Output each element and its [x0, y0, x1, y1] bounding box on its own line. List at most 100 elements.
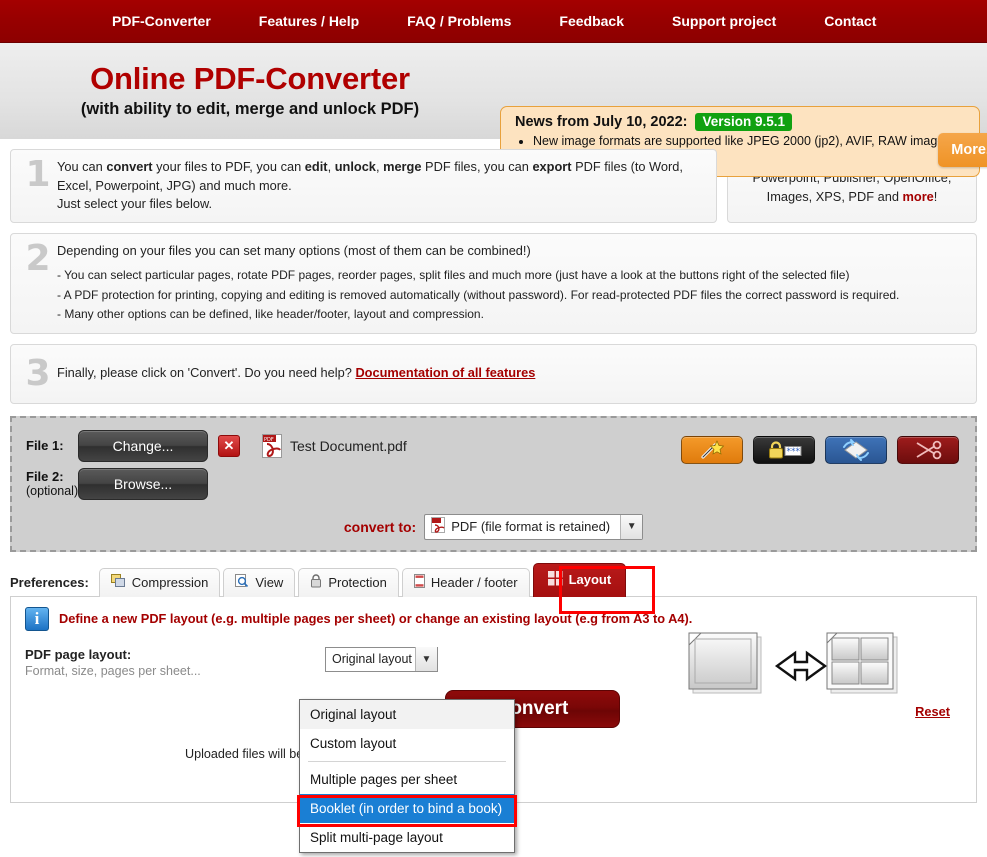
- tab-protection-label: Protection: [328, 574, 387, 590]
- step1-text-a: You can: [57, 159, 107, 174]
- layout-info-text: Define a new PDF layout (e.g. multiple p…: [59, 610, 693, 626]
- tab-protection[interactable]: Protection: [298, 567, 399, 597]
- step1-bold-export: export: [532, 159, 572, 174]
- page-icon: [413, 573, 425, 591]
- tab-view-label: View: [255, 574, 284, 590]
- file1-change-button[interactable]: Change...: [78, 429, 208, 462]
- convert-to-label: convert to:: [343, 518, 417, 535]
- step1-text-e: ,: [327, 159, 335, 174]
- page-subtitle: (with ability to edit, merge and unlock …: [80, 99, 420, 118]
- nav-item-faq-problems[interactable]: FAQ / Problems: [383, 13, 535, 29]
- step2-bullet-1: - You can select particular pages, rotat…: [57, 268, 850, 283]
- nav-item-pdf-converter[interactable]: PDF-Converter: [88, 13, 235, 29]
- step-one-text: You can convert your files to PDF, you c…: [57, 158, 706, 214]
- tab-header-footer-label: Header / footer: [430, 574, 518, 590]
- news-more-button[interactable]: More...: [938, 133, 987, 167]
- supported-formats-suffix: !: [933, 189, 938, 205]
- dropdown-option-split-multi-page-layout[interactable]: Split multi-page layout: [300, 823, 514, 852]
- step1-text-g: ,: [375, 159, 384, 174]
- supported-formats-more-link[interactable]: more: [903, 189, 934, 204]
- magnifier-icon: [235, 573, 249, 591]
- file1-label: File 1:: [26, 438, 64, 454]
- file-row-2: File 2: (optional) Browse...: [26, 467, 961, 500]
- step-two-text: Depending on your files you can set many…: [57, 242, 966, 325]
- header-band: Online PDF-Converter (with ability to ed…: [0, 43, 987, 177]
- step1-bold-unlock: unlock: [334, 159, 376, 174]
- step1-bold-edit: edit: [304, 159, 328, 174]
- pdf-page-layout-label-block: PDF page layout: Format, size, pages per…: [25, 647, 201, 678]
- nav-item-contact[interactable]: Contact: [800, 13, 900, 29]
- tab-layout[interactable]: Layout: [532, 562, 627, 597]
- step-three-text: Finally, please click on 'Convert'. Do y…: [57, 364, 966, 383]
- tab-layout-label: Layout: [568, 572, 612, 588]
- file2-optional-text: (optional): [26, 484, 79, 499]
- step3-text: Finally, please click on 'Convert'. Do y…: [57, 365, 356, 381]
- file2-label: File 2: (optional): [26, 469, 78, 498]
- tab-compression[interactable]: Compression: [98, 567, 221, 597]
- step1-text-c: your files to PDF, you can: [152, 159, 305, 174]
- svg-text:***: ***: [787, 447, 801, 457]
- pdf-page-layout-sublabel: Format, size, pages per sheet...: [25, 663, 201, 678]
- preferences-label: Preferences:: [10, 574, 89, 590]
- tab-compression-label: Compression: [131, 574, 209, 590]
- pdf-page-layout-selected-value: Original layout: [332, 652, 412, 667]
- step1-bold-merge: merge: [383, 159, 422, 174]
- top-navigation: PDF-Converter Features / Help FAQ / Prob…: [0, 0, 987, 43]
- pdf-page-layout-row: PDF page layout: Format, size, pages per…: [25, 632, 962, 694]
- pdf-small-icon: [431, 517, 446, 536]
- step1-line2: Just select your files below.: [57, 196, 213, 212]
- dropdown-option-custom-layout[interactable]: Custom layout: [300, 729, 514, 758]
- step-number-2: 2: [25, 237, 51, 279]
- version-badge: Version 9.5.1: [695, 113, 793, 131]
- dropdown-option-booklet[interactable]: Booklet (in order to bind a book): [300, 794, 514, 823]
- step2-title: Depending on your files you can set many…: [57, 242, 531, 258]
- chevron-down-icon[interactable]: ▼: [620, 514, 643, 539]
- pdf-page-layout-label: PDF page layout:: [25, 646, 132, 662]
- news-heading: News from July 10, 2022:: [515, 114, 688, 130]
- step1-text-i: PDF files, you can: [421, 159, 533, 174]
- lock-password-icon-button[interactable]: ***: [753, 435, 815, 464]
- convert-to-value-wrap: PDF (file format is retained): [425, 517, 620, 536]
- step-three-panel: 3 Finally, please click on 'Convert'. Do…: [10, 343, 977, 404]
- step1-bold-convert: convert: [106, 159, 153, 174]
- rotate-pages-icon-button[interactable]: [825, 435, 887, 464]
- tab-header-footer[interactable]: Header / footer: [401, 567, 530, 597]
- documentation-link[interactable]: Documentation of all features: [355, 365, 535, 380]
- magic-wand-icon-button[interactable]: [681, 435, 743, 464]
- grid-icon: [547, 570, 563, 589]
- step-one-panel: 1 You can convert your files to PDF, you…: [10, 149, 717, 223]
- step-two-panel: 2 Depending on your files you can set ma…: [10, 232, 977, 334]
- convert-to-value: PDF (file format is retained): [451, 519, 611, 535]
- file2-label-text: File 2:: [26, 469, 64, 485]
- pdf-page-layout-dropdown-list[interactable]: Original layout Custom layout Multiple p…: [299, 699, 515, 853]
- step-number-1: 1: [25, 154, 51, 195]
- nav-item-features-help[interactable]: Features / Help: [235, 13, 383, 29]
- layout-info-line: i Define a new PDF layout (e.g. multiple…: [25, 606, 962, 631]
- split-scissors-icon-button[interactable]: [897, 435, 959, 464]
- pdf-page-layout-select[interactable]: Original layout ▼: [325, 646, 438, 672]
- step-number-3: 3: [25, 352, 51, 394]
- nav-item-feedback[interactable]: Feedback: [535, 13, 648, 29]
- tab-view[interactable]: View: [223, 567, 296, 597]
- info-icon: i: [25, 606, 49, 631]
- preferences-tabs: Preferences: Compression View Protection…: [0, 562, 987, 597]
- svg-text:PDF: PDF: [264, 437, 274, 443]
- brand-block: Online PDF-Converter (with ability to ed…: [0, 63, 500, 119]
- file2-browse-button[interactable]: Browse...: [78, 467, 208, 500]
- file-selection-area: File 1: Change... ✕ PDF Test Document.pd…: [10, 415, 977, 552]
- step2-bullet-2: - A PDF protection for printing, copying…: [57, 287, 900, 302]
- dropdown-option-original-layout[interactable]: Original layout: [300, 700, 514, 729]
- convert-to-select[interactable]: PDF (file format is retained) ▼: [424, 513, 644, 540]
- file1-name: Test Document.pdf: [290, 437, 407, 454]
- compression-icon: [110, 573, 126, 591]
- nav-item-support-project[interactable]: Support project: [648, 13, 800, 29]
- lock-icon: [310, 574, 322, 591]
- file-tool-buttons: ***: [681, 435, 959, 464]
- dropdown-separator: [308, 761, 506, 762]
- news-heading-row: News from July 10, 2022: Version 9.5.1: [515, 113, 969, 131]
- page-title: Online PDF-Converter: [90, 61, 410, 97]
- file1-remove-button[interactable]: ✕: [218, 434, 240, 457]
- layout-chevron-down-icon[interactable]: ▼: [415, 647, 437, 672]
- reset-link[interactable]: Reset: [915, 704, 950, 719]
- dropdown-option-multiple-pages-per-sheet[interactable]: Multiple pages per sheet: [300, 765, 514, 794]
